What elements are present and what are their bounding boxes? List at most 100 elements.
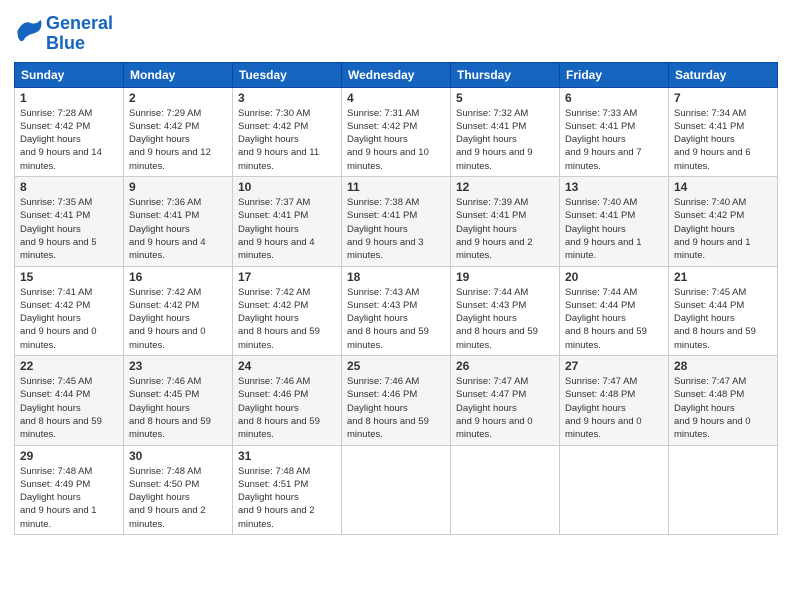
day-number: 29 xyxy=(20,449,118,463)
day-number: 2 xyxy=(129,91,227,105)
page: General Blue SundayMondayTuesdayWednesda… xyxy=(0,0,792,612)
calendar-cell: 15 Sunrise: 7:41 AMSunset: 4:42 PMDayligh… xyxy=(15,266,124,355)
day-number: 16 xyxy=(129,270,227,284)
day-info: Sunrise: 7:37 AMSunset: 4:41 PMDaylight … xyxy=(238,196,336,262)
calendar-cell: 9 Sunrise: 7:36 AMSunset: 4:41 PMDaylight… xyxy=(124,177,233,266)
day-info: Sunrise: 7:30 AMSunset: 4:42 PMDaylight … xyxy=(238,107,336,173)
day-info: Sunrise: 7:40 AMSunset: 4:41 PMDaylight … xyxy=(565,196,663,262)
calendar-cell xyxy=(451,445,560,534)
calendar-cell: 13Sunrise: 7:40 AMSunset: 4:41 PMDayligh… xyxy=(560,177,669,266)
day-info: Sunrise: 7:41 AMSunset: 4:42 PMDaylight … xyxy=(20,286,118,352)
calendar-cell: 25Sunrise: 7:46 AMSunset: 4:46 PMDayligh… xyxy=(342,356,451,445)
calendar-cell: 31Sunrise: 7:48 AMSunset: 4:51 PMDayligh… xyxy=(233,445,342,534)
day-number: 20 xyxy=(565,270,663,284)
day-number: 24 xyxy=(238,359,336,373)
weekday-header-friday: Friday xyxy=(560,62,669,87)
calendar-cell: 16 Sunrise: 7:42 AMSunset: 4:42 PMDayligh… xyxy=(124,266,233,355)
day-number: 11 xyxy=(347,180,445,194)
calendar-cell: 17 Sunrise: 7:42 AMSunset: 4:42 PMDayligh… xyxy=(233,266,342,355)
calendar-cell xyxy=(342,445,451,534)
day-info: Sunrise: 7:48 AMSunset: 4:49 PMDaylight … xyxy=(20,465,118,531)
day-info: Sunrise: 7:43 AMSunset: 4:43 PMDaylight … xyxy=(347,286,445,352)
day-number: 14 xyxy=(674,180,772,194)
day-info: Sunrise: 7:35 AMSunset: 4:41 PMDaylight … xyxy=(20,196,118,262)
calendar-cell: 5 Sunrise: 7:32 AMSunset: 4:41 PMDaylight… xyxy=(451,87,560,176)
calendar-cell: 2 Sunrise: 7:29 AMSunset: 4:42 PMDaylight… xyxy=(124,87,233,176)
calendar-cell: 1 Sunrise: 7:28 AMSunset: 4:42 PMDaylight… xyxy=(15,87,124,176)
day-number: 26 xyxy=(456,359,554,373)
day-info: Sunrise: 7:42 AMSunset: 4:42 PMDaylight … xyxy=(129,286,227,352)
calendar-cell: 22Sunrise: 7:45 AMSunset: 4:44 PMDayligh… xyxy=(15,356,124,445)
weekday-header-thursday: Thursday xyxy=(451,62,560,87)
week-row-1: 1 Sunrise: 7:28 AMSunset: 4:42 PMDaylight… xyxy=(15,87,778,176)
day-info: Sunrise: 7:46 AMSunset: 4:46 PMDaylight … xyxy=(238,375,336,441)
day-info: Sunrise: 7:47 AMSunset: 4:47 PMDaylight … xyxy=(456,375,554,441)
header: General Blue xyxy=(14,10,778,54)
calendar-cell: 23Sunrise: 7:46 AMSunset: 4:45 PMDayligh… xyxy=(124,356,233,445)
day-number: 10 xyxy=(238,180,336,194)
day-number: 18 xyxy=(347,270,445,284)
day-info: Sunrise: 7:40 AMSunset: 4:42 PMDaylight … xyxy=(674,196,772,262)
week-row-3: 15 Sunrise: 7:41 AMSunset: 4:42 PMDayligh… xyxy=(15,266,778,355)
calendar-cell: 12 Sunrise: 7:39 AMSunset: 4:41 PMDayligh… xyxy=(451,177,560,266)
logo-line1: General xyxy=(46,14,113,34)
calendar-cell xyxy=(560,445,669,534)
calendar-cell xyxy=(669,445,778,534)
day-info: Sunrise: 7:36 AMSunset: 4:41 PMDaylight … xyxy=(129,196,227,262)
day-number: 12 xyxy=(456,180,554,194)
day-number: 8 xyxy=(20,180,118,194)
calendar-cell: 6 Sunrise: 7:33 AMSunset: 4:41 PMDaylight… xyxy=(560,87,669,176)
day-info: Sunrise: 7:44 AMSunset: 4:44 PMDaylight … xyxy=(565,286,663,352)
day-number: 4 xyxy=(347,91,445,105)
calendar-cell: 10 Sunrise: 7:37 AMSunset: 4:41 PMDayligh… xyxy=(233,177,342,266)
calendar-cell: 3 Sunrise: 7:30 AMSunset: 4:42 PMDaylight… xyxy=(233,87,342,176)
day-info: Sunrise: 7:45 AMSunset: 4:44 PMDaylight … xyxy=(20,375,118,441)
day-number: 5 xyxy=(456,91,554,105)
day-number: 30 xyxy=(129,449,227,463)
day-info: Sunrise: 7:28 AMSunset: 4:42 PMDaylight … xyxy=(20,107,118,173)
day-info: Sunrise: 7:46 AMSunset: 4:46 PMDaylight … xyxy=(347,375,445,441)
day-info: Sunrise: 7:32 AMSunset: 4:41 PMDaylight … xyxy=(456,107,554,173)
weekday-header-monday: Monday xyxy=(124,62,233,87)
calendar-cell: 28Sunrise: 7:47 AMSunset: 4:48 PMDayligh… xyxy=(669,356,778,445)
calendar-cell: 7 Sunrise: 7:34 AMSunset: 4:41 PMDaylight… xyxy=(669,87,778,176)
day-number: 7 xyxy=(674,91,772,105)
calendar-cell: 11 Sunrise: 7:38 AMSunset: 4:41 PMDayligh… xyxy=(342,177,451,266)
day-info: Sunrise: 7:34 AMSunset: 4:41 PMDaylight … xyxy=(674,107,772,173)
calendar-cell: 27 Sunrise: 7:47 AMSunset: 4:48 PMDayligh… xyxy=(560,356,669,445)
weekday-header-row: SundayMondayTuesdayWednesdayThursdayFrid… xyxy=(15,62,778,87)
calendar-cell: 20 Sunrise: 7:44 AMSunset: 4:44 PMDayligh… xyxy=(560,266,669,355)
calendar-cell: 29 Sunrise: 7:48 AMSunset: 4:49 PMDayligh… xyxy=(15,445,124,534)
day-number: 15 xyxy=(20,270,118,284)
calendar-cell: 30 Sunrise: 7:48 AMSunset: 4:50 PMDayligh… xyxy=(124,445,233,534)
day-number: 6 xyxy=(565,91,663,105)
day-info: Sunrise: 7:29 AMSunset: 4:42 PMDaylight … xyxy=(129,107,227,173)
day-number: 9 xyxy=(129,180,227,194)
calendar-cell: 24 Sunrise: 7:46 AMSunset: 4:46 PMDayligh… xyxy=(233,356,342,445)
day-number: 27 xyxy=(565,359,663,373)
calendar-cell: 18 Sunrise: 7:43 AMSunset: 4:43 PMDayligh… xyxy=(342,266,451,355)
day-info: Sunrise: 7:47 AMSunset: 4:48 PMDaylight … xyxy=(565,375,663,441)
calendar-cell: 4 Sunrise: 7:31 AMSunset: 4:42 PMDaylight… xyxy=(342,87,451,176)
day-info: Sunrise: 7:45 AMSunset: 4:44 PMDaylight … xyxy=(674,286,772,352)
day-info: Sunrise: 7:48 AMSunset: 4:50 PMDaylight … xyxy=(129,465,227,531)
day-info: Sunrise: 7:47 AMSunset: 4:48 PMDaylight … xyxy=(674,375,772,441)
day-number: 17 xyxy=(238,270,336,284)
day-number: 1 xyxy=(20,91,118,105)
calendar-cell: 21 Sunrise: 7:45 AMSunset: 4:44 PMDayligh… xyxy=(669,266,778,355)
week-row-5: 29 Sunrise: 7:48 AMSunset: 4:49 PMDayligh… xyxy=(15,445,778,534)
day-info: Sunrise: 7:31 AMSunset: 4:42 PMDaylight … xyxy=(347,107,445,173)
day-info: Sunrise: 7:33 AMSunset: 4:41 PMDaylight … xyxy=(565,107,663,173)
day-info: Sunrise: 7:39 AMSunset: 4:41 PMDaylight … xyxy=(456,196,554,262)
weekday-header-sunday: Sunday xyxy=(15,62,124,87)
day-info: Sunrise: 7:46 AMSunset: 4:45 PMDaylight … xyxy=(129,375,227,441)
day-info: Sunrise: 7:44 AMSunset: 4:43 PMDaylight … xyxy=(456,286,554,352)
week-row-4: 22Sunrise: 7:45 AMSunset: 4:44 PMDayligh… xyxy=(15,356,778,445)
day-info: Sunrise: 7:38 AMSunset: 4:41 PMDaylight … xyxy=(347,196,445,262)
day-info: Sunrise: 7:48 AMSunset: 4:51 PMDaylight … xyxy=(238,465,336,531)
day-info: Sunrise: 7:42 AMSunset: 4:42 PMDaylight … xyxy=(238,286,336,352)
day-number: 21 xyxy=(674,270,772,284)
logo-line2: Blue xyxy=(46,34,113,54)
calendar-cell: 8 Sunrise: 7:35 AMSunset: 4:41 PMDaylight… xyxy=(15,177,124,266)
day-number: 3 xyxy=(238,91,336,105)
